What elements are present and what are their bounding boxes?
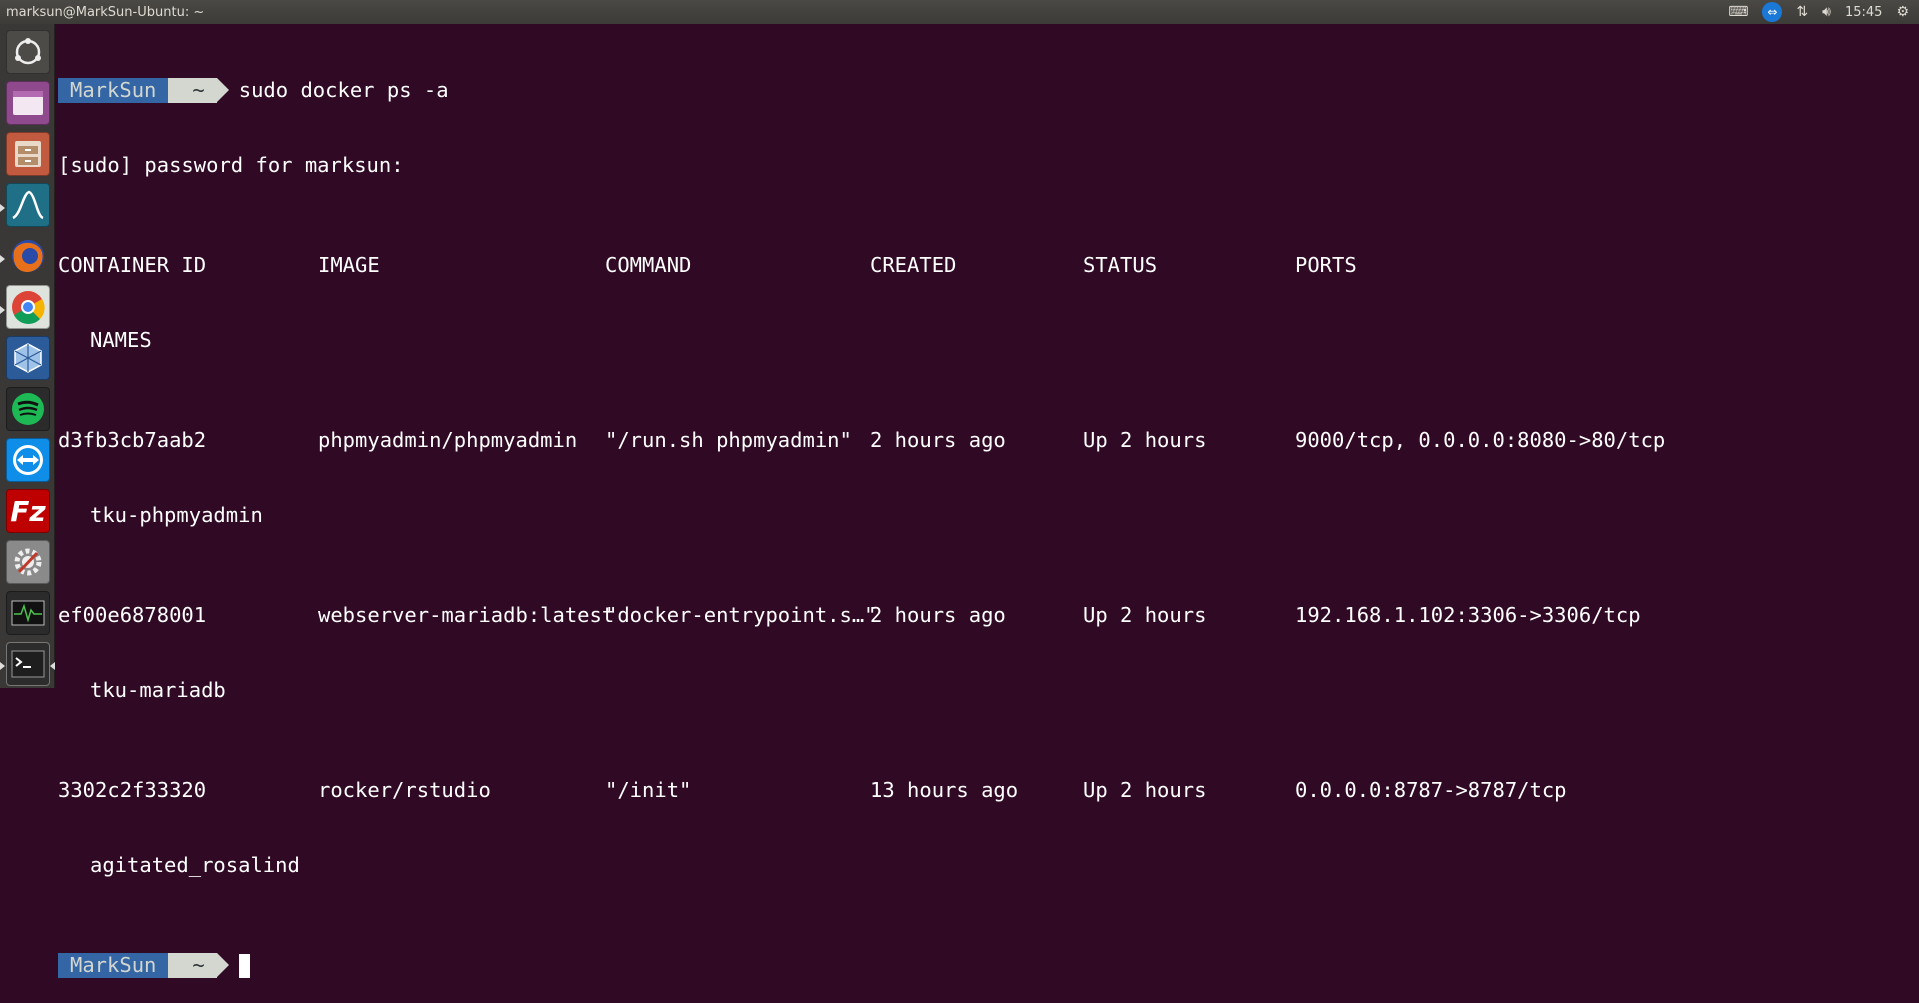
typed-command: sudo docker ps -a bbox=[238, 78, 449, 102]
firefox-icon[interactable] bbox=[6, 234, 50, 278]
volume-icon[interactable]: 🔊︎ bbox=[1822, 0, 1831, 24]
table-row-names: agitated_rosalind bbox=[58, 853, 1918, 878]
clock[interactable]: 15:45 bbox=[1845, 0, 1882, 24]
cell-created: 2 hours ago bbox=[870, 603, 1006, 627]
header-names: NAMES bbox=[90, 328, 152, 352]
cell-ports: 9000/tcp, 0.0.0.0:8080->80/tcp bbox=[1295, 428, 1666, 452]
system-monitor-icon[interactable] bbox=[6, 591, 50, 635]
prompt-user: MarkSun bbox=[58, 78, 181, 103]
prompt-user: MarkSun bbox=[58, 953, 181, 978]
cell-container-id: d3fb3cb7aab2 bbox=[58, 428, 207, 452]
settings-icon[interactable] bbox=[6, 540, 50, 584]
chrome-icon[interactable] bbox=[6, 285, 50, 329]
cell-command: "/init" bbox=[605, 778, 692, 802]
cell-created: 2 hours ago bbox=[870, 428, 1006, 452]
header-container-id: CONTAINER ID bbox=[58, 253, 207, 277]
table-row: 3302c2f33320 rocker/rstudio "/init" 13 h… bbox=[58, 778, 1918, 803]
sudo-password-line: [sudo] password for marksun: bbox=[58, 153, 1918, 178]
table-row-names: tku-mariadb bbox=[58, 678, 1918, 703]
terminal-window[interactable]: MarkSun ~ sudo docker ps -a [sudo] passwor… bbox=[58, 28, 1918, 978]
header-image: IMAGE bbox=[318, 253, 380, 277]
cell-names: tku-phpmyadmin bbox=[90, 503, 263, 527]
virtualbox-icon[interactable] bbox=[6, 336, 50, 380]
window-title: marksun@MarkSun-Ubuntu: ~ bbox=[6, 4, 205, 20]
prompt-line: MarkSun ~ bbox=[58, 953, 1918, 978]
matlab-icon[interactable] bbox=[6, 183, 50, 227]
header-ports: PORTS bbox=[1295, 253, 1357, 277]
table-row: d3fb3cb7aab2 phpmyadmin/phpmyadmin "/run… bbox=[58, 428, 1918, 453]
cell-ports: 192.168.1.102:3306->3306/tcp bbox=[1295, 603, 1641, 627]
spotify-icon[interactable] bbox=[6, 387, 50, 431]
cell-image: phpmyadmin/phpmyadmin bbox=[318, 428, 578, 452]
cell-names: agitated_rosalind bbox=[90, 853, 300, 877]
cell-image: rocker/rstudio bbox=[318, 778, 491, 802]
table-row: ef00e6878001 webserver-mariadb:latest "d… bbox=[58, 603, 1918, 628]
text-cursor[interactable] bbox=[238, 953, 250, 978]
header-status: STATUS bbox=[1083, 253, 1158, 277]
network-icon[interactable]: ⇅ bbox=[1796, 0, 1808, 24]
cell-command: "docker-entrypoint.s…" bbox=[605, 603, 877, 627]
header-command: COMMAND bbox=[605, 253, 692, 277]
table-header-row: CONTAINER ID IMAGE COMMAND CREATED STATU… bbox=[58, 253, 1918, 278]
cell-container-id: ef00e6878001 bbox=[58, 603, 207, 627]
dash-home-icon[interactable] bbox=[6, 30, 50, 74]
top-panel: marksun@MarkSun-Ubuntu: ~ ⌨ ⇔ ⇅ 🔊︎ 15:45… bbox=[0, 0, 1919, 24]
filezilla-icon[interactable]: Fz bbox=[6, 489, 50, 533]
prompt-line: MarkSun ~ sudo docker ps -a bbox=[58, 78, 1918, 103]
keyboard-icon[interactable]: ⌨ bbox=[1728, 0, 1748, 24]
teamviewer-launcher-icon[interactable] bbox=[6, 438, 50, 482]
cell-image: webserver-mariadb:latest bbox=[318, 603, 615, 627]
cell-status: Up 2 hours bbox=[1083, 778, 1207, 802]
cell-status: Up 2 hours bbox=[1083, 603, 1207, 627]
power-gear-icon[interactable]: ⚙ bbox=[1896, 0, 1909, 24]
cell-container-id: 3302c2f33320 bbox=[58, 778, 207, 802]
terminal-icon[interactable] bbox=[6, 642, 50, 686]
launcher: Fz bbox=[0, 24, 55, 688]
cell-names: tku-mariadb bbox=[90, 678, 226, 702]
cell-created: 13 hours ago bbox=[870, 778, 1019, 802]
header-names-line: NAMES bbox=[58, 328, 1918, 353]
prompt-dir: ~ bbox=[168, 953, 230, 978]
cell-command: "/run.sh phpmyadmin" bbox=[605, 428, 852, 452]
table-row-names: tku-phpmyadmin bbox=[58, 503, 1918, 528]
cell-status: Up 2 hours bbox=[1083, 428, 1207, 452]
sudo-prompt-text: [sudo] password for marksun: bbox=[58, 153, 404, 177]
prompt-dir: ~ bbox=[168, 78, 230, 103]
file-cabinet-icon[interactable] bbox=[6, 132, 50, 176]
indicator-area: ⌨ ⇔ ⇅ 🔊︎ 15:45 ⚙ bbox=[1728, 0, 1919, 24]
header-created: CREATED bbox=[870, 253, 957, 277]
teamviewer-icon[interactable]: ⇔ bbox=[1762, 2, 1783, 22]
files-purple-icon[interactable] bbox=[6, 81, 50, 125]
cell-ports: 0.0.0.0:8787->8787/tcp bbox=[1295, 778, 1567, 802]
